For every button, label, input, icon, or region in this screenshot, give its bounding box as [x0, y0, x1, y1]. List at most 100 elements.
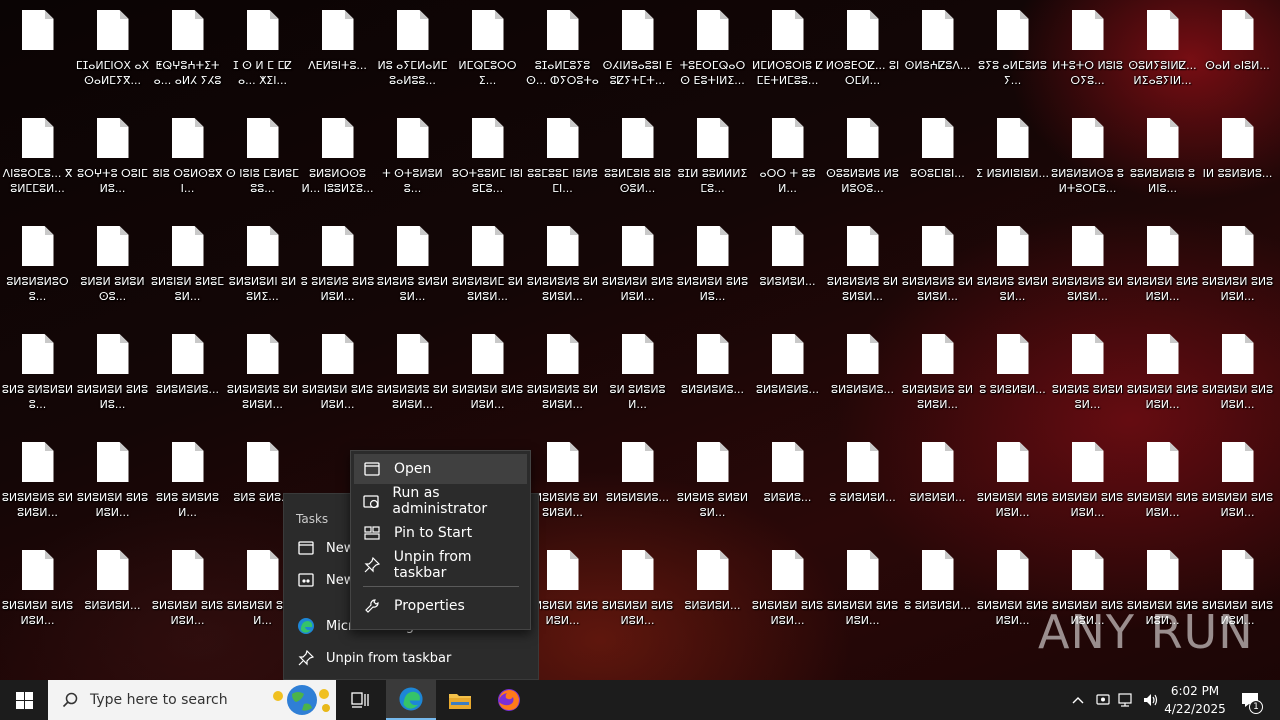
desktop-file-icon[interactable]: ⵓⵍⵓⵍⵓⵍ ⵓⵍⵓⵍⵓⵍ... — [1050, 432, 1125, 532]
desktop-file-icon[interactable]: ⵍⵎⵍⵔⵓⵔⵏⵓ ⵇⵎⴹⵜⵍⵎⵓⵓ... — [750, 0, 825, 100]
desktop-file-icon[interactable]: ⴰⵔⵔ ⵜ ⵓⵓⵍ... — [750, 108, 825, 208]
desktop-file-icon[interactable]: ⵓⵍⵓⵍⵓⵍⵓ ⵓⵍⵓⵍⵓⵍ... — [825, 216, 900, 316]
desktop-file-icon[interactable]: ⵓⵍⵓⵍⵓⵍ ⵓⵍⵓⵍⵓⵍ... — [150, 540, 225, 640]
notification-center-button[interactable]: 1 — [1232, 680, 1268, 720]
desktop-file-icon[interactable]: ⵓⵓⵎⵓⵓⵎ ⵏⵓⵍⵓⵎⵏ... — [525, 108, 600, 208]
desktop-file-icon[interactable]: ⵓⵍⵓⵍⵓⵍⵏ ⵓⵍⵓⵍⵉ... — [225, 216, 300, 316]
desktop-file-icon[interactable]: ⵓⵍⵓ ⵓⵍⵓⵍⵓⵍⵓ... — [0, 324, 75, 424]
desktop-file-icon[interactable]: ⵏⵍ ⵓⵓⵍⵓⵍⵓ... — [1200, 108, 1275, 208]
desktop-file-icon[interactable]: ⵓ ⵓⵍⵓⵍⵓⵍ... — [975, 324, 1050, 424]
desktop-file-icon[interactable]: ⵍⵓ ⴰⵢⵎⵍⴰⵍⵎⵓⴰⵍⵓⵓ... — [375, 0, 450, 100]
taskbar-clock[interactable]: 6:02 PM 4/22/2025 — [1160, 682, 1230, 718]
desktop-file-icon[interactable]: ⵓⵙⵓⵎⵏⵓⵏ... — [900, 108, 975, 208]
desktop-file-icon[interactable]: ⵓⵊⵍ ⵓⵓⵍⵍⵍⵉⵎⵓ... — [675, 108, 750, 208]
desktop-file-icon[interactable]: ⵙⵓⵍⵢⵓⵏⵍⵇ... ⵍⵉⴰⵓⵢⵏⵍ... — [1125, 0, 1200, 100]
desktop-file-icon[interactable]: ⵓⵓⵍⵓⵍⵓⵏⵓ ⵓ ⵍⵏⵓ... — [1125, 108, 1200, 208]
desktop-file-icon[interactable]: ⵓⵓⵍⵎⵓⵏⵓ ⵓⵏⵓⵙⵓⵍ... — [600, 108, 675, 208]
desktop-file-icon[interactable]: ⵙⴰⵍ ⴰⵏⵓⵍ... — [1200, 0, 1275, 100]
desktop-file-icon[interactable]: ⵓⵍⵓⵍⵓⵍ ⵓⵍⵓⵍⵓⵍ... — [600, 540, 675, 640]
desktop-file-icon[interactable]: ⵓⵍⵓⵍⵓⵍⵓ ⵓⵍⵓⵍⵓⵍ... — [525, 324, 600, 424]
desktop-file-icon[interactable]: ⵓⵍⵓⵍⵓ ⵓⵍⵓⵍⵓⵍ... — [375, 216, 450, 316]
desktop-file-icon[interactable]: ⵓⵊⴰⵍⵎⵓⵢⵓⵙ... ⵀⵢⵔⵓⵜⴰⵍ... — [525, 0, 600, 100]
desktop-file-icon[interactable]: ⵍⵙⵓⴹⵔⵇ... ⵓⵏⵔⵎⵍ... — [825, 0, 900, 100]
desktop-file-icon[interactable]: ⵓⵍⵓⵍⵓ ⵓⵍⵓⵍⵓⵍ... — [675, 432, 750, 532]
desktop-file-icon[interactable]: ⵓⵍⵓⵍⵓⵍ... — [75, 540, 150, 640]
desktop-file-icon[interactable]: ⵟⵕⵖⵓⵄⵜⵉⵜⴰ... ⴰⵍⵃ ⵢⵃⵓⵃⵕ... — [150, 0, 225, 100]
task-view-button[interactable] — [336, 680, 384, 720]
taskbar-file-explorer-button[interactable] — [436, 680, 484, 720]
desktop-file-icon[interactable]: ⵓⵍⵓⵍⵓⵍⵓ... — [825, 324, 900, 424]
context-menu-pin-to-start[interactable]: Pin to Start — [354, 518, 527, 548]
context-menu-properties[interactable]: Properties — [354, 591, 527, 621]
desktop-file-icon[interactable]: ⵓⵍⵓⵍⵓⵍ ⵓⵍⵓⵍⵓⵍ... — [1200, 432, 1275, 532]
desktop-file-icon[interactable]: ⵓⵍⵓⵍⵓ ⵓⵍⵓⵍⵓⵍ... — [1050, 324, 1125, 424]
jump-list-item-unpin[interactable]: Unpin from taskbar — [284, 642, 540, 674]
desktop-file-icon[interactable]: ⴷⵏⵓⵓⵔⵎⵓ... ⴳⵓⵍⵎⵎⵓⵍ... — [0, 108, 75, 208]
context-menu-unpin[interactable]: Unpin from taskbar — [354, 549, 527, 581]
desktop-file-icon[interactable]: ⵙⵓⵓⵍⵓⵍⵓ ⵍⵓⵍⵓⵙⵓ... — [825, 108, 900, 208]
desktop-file-icon[interactable]: ⵍⵜⵓⵜⵔ ⵍⵓⵏⵓⵔⵢⵓ... — [1050, 0, 1125, 100]
desktop-file-icon[interactable]: ⵓⵍⵓⵍⵓⵍ... — [900, 432, 975, 532]
desktop-file-icon[interactable]: ⵓⵍⵓⵍⵓⵍ ⵓⵍⵓⵍⵓⵍ... — [750, 540, 825, 640]
desktop-file-icon[interactable]: ⵓⵍⵓⵍⵓⵍ ⵓⵍⵓⵍⵓⵍ... — [825, 540, 900, 640]
desktop-file-icon[interactable]: ⵓⵍⵓⵍⵓⵍ... — [675, 540, 750, 640]
desktop-file-icon[interactable]: ⵓⵍⵓⵍⵓ... — [750, 432, 825, 532]
desktop-file-icon[interactable]: ⵓⵍⵓⵍⵓⵍ ⵓⵍⵓⵍⵓⵍ... — [1125, 216, 1200, 316]
volume-icon[interactable] — [1140, 680, 1162, 720]
desktop-file-icon[interactable]: ⵓⵍⵓⵍⵓⵍ ⵓⵍⵓⵍⵓⵍ... — [1200, 324, 1275, 424]
desktop-file-icon[interactable]: ⵓⵍⵓⵍⵓⵍ ⵓⵍⵓⵍⵓ... — [675, 216, 750, 316]
desktop-file-icon[interactable]: ⵊ ⵙ ⵍ ⵎ ⵎⵇⴰ... ⵅⵉⵏ... — [225, 0, 300, 100]
desktop-file-icon[interactable]: ⵓⵍⵓⵍⵓⵍ ⵓⵍⵓⵍⵓⵍ... — [1125, 324, 1200, 424]
desktop-file-icon[interactable]: ⵓⵔⵖⵜⵓ ⵔⵓⵏⵎⵍⵓ... — [75, 108, 150, 208]
desktop-file-icon[interactable]: ⵓⵍⵓⵍⵓⵍⵎ ⵓⵍⵓⵍⵓⵍ... — [450, 216, 525, 316]
context-menu-run-as-admin[interactable]: Run as administrator — [354, 485, 527, 517]
desktop-file-icon[interactable]: ⵓⵍⵓⵍⵓⵍ ⵓⵍⵓⵍⵓⵍ... — [600, 216, 675, 316]
desktop-file-icon[interactable]: ⵓⵍⵓⵍⵔⵙⵓⵍ... ⵏⵓⵓⵍⵉⵓ... — [300, 108, 375, 208]
desktop-file-icon[interactable]: ⵓⵍⵓⵍⵓⵍⵓ... — [675, 324, 750, 424]
desktop-file-icon[interactable]: ⵓⵢⵓ ⴰⵍⵎⵓⵍⵓⵢ... — [975, 0, 1050, 100]
desktop-file-icon[interactable]: ⵓⵍⵓⵍⵓⵍⵓ ⵓⵍⵓⵍⵓⵍ... — [375, 324, 450, 424]
desktop-file-icon[interactable]: ⵓⵍ ⵓⵍⵓⵍⵓⵍ... — [600, 324, 675, 424]
desktop-file-icon[interactable]: ⵓⵍⵓⵍⵓⵍⵓ... — [750, 324, 825, 424]
desktop-file-icon[interactable]: ⵜⵓⴹⵔⵎⵕⴰⵔⵙ ⴹⵓⵜⵏⵍⵉ... — [675, 0, 750, 100]
desktop-file-icon[interactable]: ⵙⵍⵓⵄⵇⵓⴷ... — [900, 0, 975, 100]
taskbar-search-box[interactable]: Type here to search — [48, 680, 336, 720]
taskbar-firefox-button[interactable] — [484, 680, 534, 720]
desktop-file-icon[interactable]: ⵓⵍⵓⵍⵓⵍ ⵓⵍⵓⵍⵓⵍ... — [75, 432, 150, 532]
desktop-file-icon[interactable]: ⵓⵍⵓⵍⵓⵍ ⵓⵍⵓⵍⵓⵍ... — [450, 324, 525, 424]
context-menu-open[interactable]: Open — [354, 454, 527, 484]
start-button[interactable] — [0, 680, 48, 720]
desktop-file-icon[interactable]: ⵓⵍⵓⵍⵓⵍⵓ... — [600, 432, 675, 532]
desktop-file-icon[interactable]: ⵓⵍⵓⵏⵓⵍ ⵓⵍⵓⵎⵓⵍ... — [150, 216, 225, 316]
desktop-file-icon[interactable]: ⵓⵍⵓⵍⵓⵍ ⵓⵍⵓⵍⵓⵍ... — [1125, 432, 1200, 532]
desktop-file-icon[interactable]: ⵓⵍⵓⵍⵓⵍ ⵓⵍⵓⵍⵓ... — [75, 324, 150, 424]
desktop-file-icon[interactable]: ⵉ ⵍⵓⵍⵏⵓⵏⵓⵍ... — [975, 108, 1050, 208]
desktop-file-icon[interactable]: ⵓⵍⵓⵍⵓⵍ ⵓⵍⵓⵍⵓⵍ... — [0, 540, 75, 640]
desktop-file-icon[interactable]: ⵓⵍⵓⵍⵓⵍ ⵓⵍⵓⵍⵓⵍ... — [1200, 216, 1275, 316]
desktop-file-icon[interactable]: ⵓⵍⵓⵍⵓⵍ ⵓⵍⵓⵍⵓⵍ... — [300, 324, 375, 424]
desktop-file-icon[interactable]: ⵓⵍⵓⵍⵓⵍⵓⵔⵓ... — [0, 216, 75, 316]
show-hidden-icons-button[interactable] — [1066, 680, 1090, 720]
desktop-file-icon[interactable] — [0, 0, 75, 100]
desktop-file-icon[interactable]: ⵎⵊⴰⵍⵎⵏⵔⵝ ⴰⵝⵙⴰⵍⵎⵢⴳ... — [75, 0, 150, 100]
desktop-file-icon[interactable]: ⵓⵍⵓ ⵓⵍⵓⵍⵓⵍ... — [150, 432, 225, 532]
desktop-file-icon[interactable]: ⵓⵏⵓ ⵔⵓⵍⵙⵓⴳⵏ... — [150, 108, 225, 208]
desktop-file-icon[interactable]: ⵓⵍⵓⵍⵓⵍ ⵓⵍⵓⵍⵓⵍ... — [975, 432, 1050, 532]
desktop-file-icon[interactable]: ⵓⵍⵓⵍⵓⵍⵓ ⵓⵍⵓⵍⵓⵍ... — [900, 324, 975, 424]
desktop-file-icon[interactable]: ⵓⵍⵓⵍⵓⵍⵓ... — [150, 324, 225, 424]
desktop-file-icon[interactable]: ⵓⵍⵓⵍⵓ ⵓⵍⵓⵍⵓⵍ... — [975, 216, 1050, 316]
desktop-file-icon[interactable]: ⵙⵃⵏⵍⵓⴰⵓⵓⵏ ⴹⵓⵇⵢⵜⵎⵜ... — [600, 0, 675, 100]
desktop-file-icon[interactable]: ⵓⵍⵓⵍⵓⵍ... — [750, 216, 825, 316]
desktop-file-icon[interactable]: ⵓⵍⵓⵍⵓⵍⵓ ⵓⵍⵓⵍⵓⵍ... — [0, 432, 75, 532]
desktop-file-icon[interactable]: ⵓⵍⵓⵍⵓⵍⵓ ⵓⵍⵓⵍⵓⵍ... — [1050, 216, 1125, 316]
desktop-file-icon[interactable]: ⵓ ⵓⵍⵓⵍⵓⵍ... — [825, 432, 900, 532]
desktop-file-icon[interactable]: ⵙ ⵏⵓⵏⵓ ⵎⵓⵍⵓⵎⵓⵓ... — [225, 108, 300, 208]
desktop-file-icon[interactable]: ⵓⵔⵜⵓⵓⵍⵎ ⵏⵓⵏⵓⵎⵓ... — [450, 108, 525, 208]
desktop-file-icon[interactable]: ⵓⵍⵓⵍⵓⵍⵓ ⵓⵍⵓⵍⵓⵍ... — [525, 216, 600, 316]
desktop-file-icon[interactable]: ⵓⵍⵓⵍ ⵓⵍⵓⵍⵙⵓ... — [75, 216, 150, 316]
desktop-file-icon[interactable]: ⵓⵍⵓⵍⵓⵍⵙⵓ ⵓⵍⵜⵓⵔⵎⵓ... — [1050, 108, 1125, 208]
desktop-file-icon[interactable]: ⵍⵎⵕⵎⵓⵔⵔⵉ... — [450, 0, 525, 100]
desktop-file-icon[interactable]: ⵓⵍⵓⵍⵓⵍⵓ ⵓⵍⵓⵍⵓⵍ... — [225, 324, 300, 424]
taskbar-edge-button[interactable] — [386, 680, 436, 720]
network-icon[interactable] — [1116, 680, 1138, 720]
